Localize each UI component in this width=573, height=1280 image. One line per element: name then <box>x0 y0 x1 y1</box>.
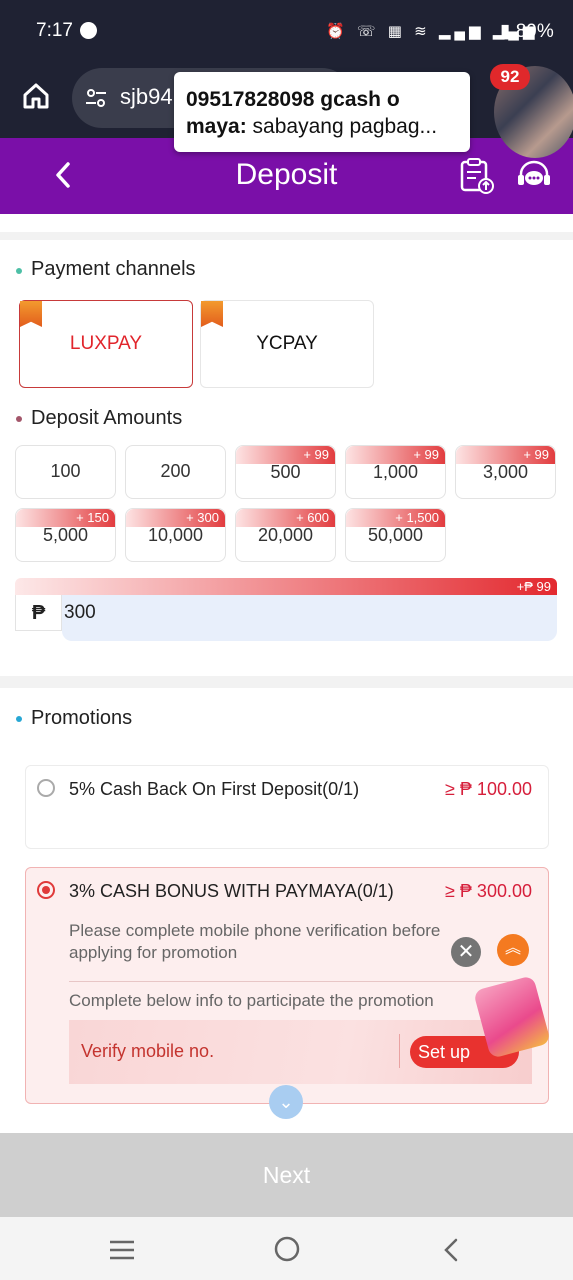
notification-preview: sabayang pagbag... <box>252 115 438 138</box>
promo-name: 5% Cash Back On First Deposit(0/1) <box>69 779 360 799</box>
url-text: sjb94 <box>120 84 173 109</box>
divider <box>69 981 533 982</box>
channel-label: YCPAY <box>256 333 318 354</box>
section-dot <box>16 716 22 722</box>
promotions-title: Promotions <box>31 707 133 729</box>
section-dot <box>16 268 22 274</box>
scroll-down-icon[interactable]: ⌄ <box>269 1085 303 1119</box>
channel-luxpay[interactable]: LUXPAY <box>19 300 193 388</box>
verification-notice: Please complete mobile phone verificatio… <box>69 921 441 962</box>
promo-cashback[interactable]: 5% Cash Back On First Deposit(0/1) ≥ ₱ 1… <box>25 765 549 849</box>
customer-service-icon[interactable] <box>516 160 552 192</box>
promo-radio[interactable] <box>37 779 55 797</box>
amount-input[interactable]: 300 <box>62 595 557 641</box>
header-spacer <box>0 214 573 232</box>
verify-label: Verify mobile no. <box>81 1041 215 1061</box>
thumbs-up-icon <box>20 301 42 327</box>
amount-500[interactable]: + 99 500 <box>235 445 336 499</box>
site-settings-icon[interactable] <box>84 86 108 110</box>
system-nav-bar <box>0 1217 573 1280</box>
messenger-icon <box>80 22 97 39</box>
close-icon[interactable]: ✕ <box>451 937 481 967</box>
amount-5000[interactable]: + 150 5,000 <box>15 508 116 562</box>
back-button-icon[interactable] <box>441 1237 461 1263</box>
notification-sender: maya: <box>186 115 247 138</box>
promo-name: 3% CASH BONUS WITH PAYMAYA(0/1) <box>69 881 394 901</box>
promo-minimum: ≥ ₱ 300.00 <box>445 881 532 901</box>
amount-200[interactable]: 200 <box>125 445 226 499</box>
home-button-icon[interactable] <box>273 1235 301 1263</box>
message-notification[interactable]: 09517828098 gcash o maya: sabayang pagba… <box>174 72 470 152</box>
peso-icon: ₱ <box>15 595 62 631</box>
divider <box>399 1034 400 1068</box>
thumbs-up-icon <box>201 301 223 327</box>
payment-channels-title: Payment channels <box>31 258 196 280</box>
custom-bonus-tag: +₱ 99 <box>15 578 557 595</box>
promo-radio[interactable] <box>37 881 55 899</box>
amount-20000[interactable]: + 600 20,000 <box>235 508 336 562</box>
notification-title: 09517828098 gcash o <box>186 88 400 111</box>
status-time: 7:17 <box>36 20 73 41</box>
status-bar: 7:17 ⏰ ☏ ▦ ≋ ▂▄▆ ▂▄▆ ▮ 89% <box>0 0 573 62</box>
deposit-record-icon[interactable] <box>456 156 496 196</box>
complete-info-text: Complete below info to participate the p… <box>69 991 434 1010</box>
home-icon[interactable] <box>22 82 50 110</box>
amount-100[interactable]: 100 <box>15 445 116 499</box>
amount-50000[interactable]: + 1,500 50,000 <box>345 508 446 562</box>
custom-amount: +₱ 99 ₱ 300 <box>15 578 557 641</box>
channel-ycpay[interactable]: YCPAY <box>200 300 374 388</box>
deposit-amounts-title: Deposit Amounts <box>31 407 183 429</box>
promo-paymaya[interactable]: 3% CASH BONUS WITH PAYMAYA(0/1) ≥ ₱ 300.… <box>25 867 552 1104</box>
amount-10000[interactable]: + 300 10,000 <box>125 508 226 562</box>
promo-minimum: ≥ ₱ 100.00 <box>445 779 532 799</box>
verify-row: Verify mobile no. Set up <box>69 1020 532 1084</box>
amount-3000[interactable]: + 99 3,000 <box>455 445 556 499</box>
amount-1000[interactable]: + 99 1,000 <box>345 445 446 499</box>
channel-label: LUXPAY <box>69 333 143 354</box>
collapse-up-icon[interactable]: ︽ <box>497 934 529 966</box>
next-button[interactable]: Next <box>0 1133 573 1217</box>
section-dot <box>16 416 22 422</box>
notification-badge: 92 <box>490 64 530 90</box>
recent-apps-icon[interactable] <box>108 1239 136 1261</box>
battery-indicator: ▮ 89% <box>500 21 554 42</box>
